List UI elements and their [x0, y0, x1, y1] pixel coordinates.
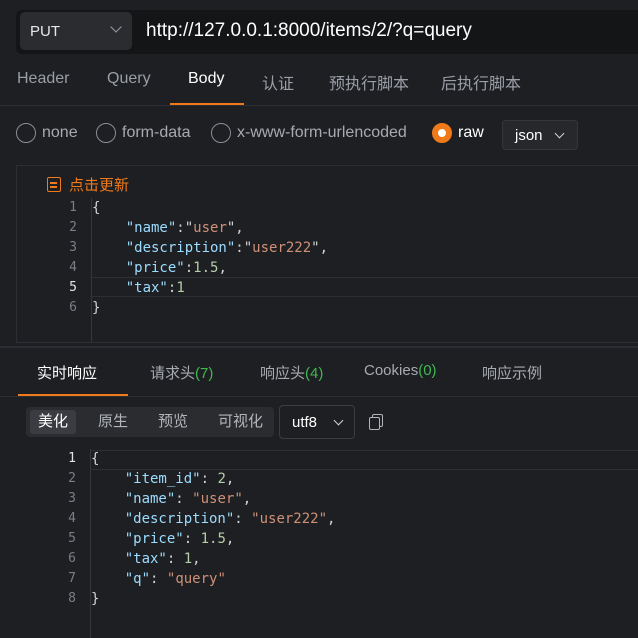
tab-pre-script[interactable]: 预执行脚本	[329, 70, 409, 94]
radio-circle	[96, 123, 116, 143]
chevron-down-icon	[110, 21, 122, 33]
chevron-down-icon	[333, 415, 344, 426]
radio-none[interactable]: none	[16, 123, 78, 143]
tab-request-headers[interactable]: 请求头(7)	[150, 362, 213, 383]
code-line: "tax": 1,	[124, 551, 201, 567]
tab-label: Cookies	[364, 362, 419, 379]
view-visualize[interactable]: 可视化	[210, 410, 271, 434]
code-line: "price":1.5,	[125, 260, 227, 276]
code-line: "price": 1.5,	[124, 531, 235, 547]
code-line: }	[91, 591, 100, 607]
radio-circle	[16, 123, 36, 143]
document-edit-icon	[47, 177, 61, 192]
url-bar: PUT http://127.0.0.1:8000/items/2/?q=que…	[16, 10, 638, 54]
view-beautify[interactable]: 美化	[30, 410, 77, 434]
radio-form-data[interactable]: form-data	[96, 123, 190, 143]
encoding-label: utf8	[292, 413, 318, 431]
method-select[interactable]: PUT	[20, 12, 132, 50]
code-line: "q": "query"	[124, 571, 226, 587]
radio-circle-selected	[432, 123, 452, 143]
code-area[interactable]: { "item_id": 2, "name": "user", "descrip…	[90, 449, 638, 638]
tab-auth[interactable]: 认证	[262, 70, 294, 94]
count-badge: (7)	[195, 365, 214, 382]
line-gutter: 1 2 3 4 5 6 7 8	[16, 449, 90, 638]
line-gutter: 1 2 3 4 5 6	[17, 198, 91, 342]
encoding-select[interactable]: utf8	[279, 405, 355, 439]
tab-response-example[interactable]: 响应示例	[482, 362, 542, 383]
radio-label: raw	[458, 124, 484, 141]
line-number-current: 1	[68, 451, 76, 466]
divider	[0, 105, 638, 106]
line-number: 6	[69, 300, 77, 315]
line-number: 5	[68, 531, 76, 546]
section-divider	[0, 346, 638, 348]
radio-x-www-form-urlencoded[interactable]: x-www-form-urlencoded	[211, 123, 407, 143]
request-body-editor: 点击更新 1 2 3 4 5 6 { "name":"user", "descr…	[16, 165, 638, 343]
current-line-highlight	[90, 450, 638, 470]
radio-label: form-data	[122, 124, 191, 141]
tab-realtime-response[interactable]: 实时响应	[37, 362, 97, 383]
code-line: "description": "user222",	[124, 511, 336, 527]
line-number: 3	[68, 491, 76, 506]
count-badge: (0)	[418, 362, 437, 379]
url-input[interactable]: http://127.0.0.1:8000/items/2/?q=query	[146, 20, 472, 42]
radio-circle	[211, 123, 231, 143]
line-number: 1	[69, 200, 77, 215]
current-line-highlight	[90, 277, 638, 297]
line-number: 2	[68, 471, 76, 486]
line-number: 2	[69, 220, 77, 235]
divider	[0, 396, 638, 397]
response-body-viewer: 1 2 3 4 5 6 7 8 { "item_id": 2, "name": …	[16, 449, 638, 638]
count-badge: (4)	[305, 365, 324, 382]
code-line: }	[92, 300, 101, 316]
line-number: 8	[68, 591, 76, 606]
code-line: "name": "user",	[124, 491, 252, 507]
line-number: 4	[68, 511, 76, 526]
update-label: 点击更新	[69, 177, 130, 194]
code-line: {	[92, 200, 101, 216]
view-preview[interactable]: 预览	[150, 410, 196, 434]
request-tabs: Header Query Body 认证 预执行脚本 后执行脚本	[0, 62, 638, 106]
code-line: "name":"user",	[125, 220, 244, 236]
radio-label: x-www-form-urlencoded	[237, 124, 407, 141]
tab-query[interactable]: Query	[107, 70, 151, 88]
tab-header[interactable]: Header	[17, 70, 69, 88]
line-number: 6	[68, 551, 76, 566]
copy-icon[interactable]	[369, 414, 383, 430]
line-number: 3	[69, 240, 77, 255]
tab-label: 响应头	[260, 365, 306, 382]
tab-cookies[interactable]: Cookies(0)	[364, 362, 437, 379]
tab-post-script[interactable]: 后执行脚本	[441, 70, 521, 94]
raw-format-select[interactable]: json	[502, 120, 578, 150]
line-number: 4	[69, 260, 77, 275]
chevron-down-icon	[554, 128, 565, 139]
line-number-current: 5	[69, 280, 77, 295]
update-button[interactable]: 点击更新	[47, 174, 129, 195]
view-raw[interactable]: 原生	[90, 410, 136, 434]
tab-label: 请求头	[150, 365, 196, 382]
view-mode-switch: 美化 原生 预览 可视化	[26, 407, 274, 437]
method-label: PUT	[30, 22, 60, 40]
raw-format-label: json	[515, 126, 543, 144]
tab-response-headers[interactable]: 响应头(4)	[260, 362, 323, 383]
radio-label: none	[42, 124, 78, 141]
tab-body[interactable]: Body	[188, 70, 224, 88]
code-area[interactable]: { "name":"user", "description":"user222"…	[91, 198, 638, 342]
line-number: 7	[68, 571, 76, 586]
code-line: "description":"user222",	[125, 240, 329, 256]
radio-raw[interactable]: raw	[432, 123, 484, 143]
code-line: "item_id": 2,	[124, 471, 235, 487]
